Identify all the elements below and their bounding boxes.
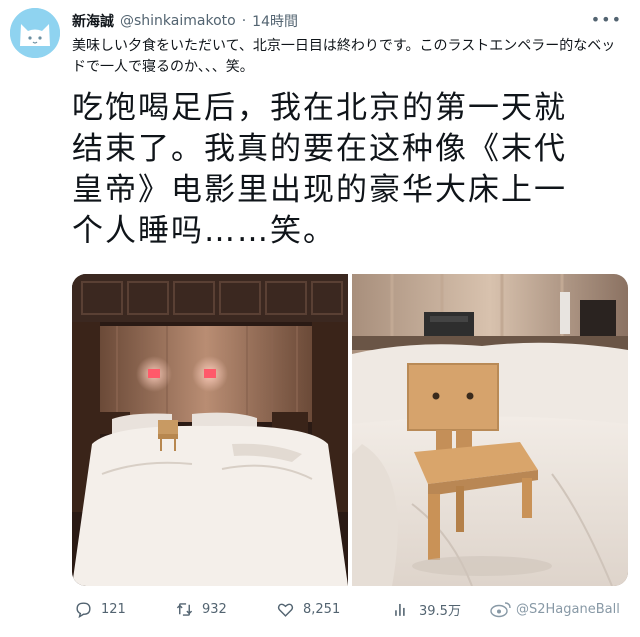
more-options-button[interactable]: ••• (591, 10, 622, 29)
retweet-count: 932 (202, 601, 227, 617)
analytics-icon (395, 603, 405, 616)
cat-avatar-icon (10, 8, 60, 58)
reply-button[interactable]: 121 (74, 600, 175, 619)
tweet-media[interactable] (72, 274, 628, 586)
chair-image (352, 274, 628, 586)
reply-count: 121 (101, 601, 126, 617)
avatar[interactable] (10, 8, 60, 58)
retweet-button[interactable]: 932 (175, 600, 276, 619)
bedroom-photo[interactable] (72, 274, 348, 586)
bedroom-image (72, 274, 348, 586)
like-button[interactable]: 8,251 (276, 600, 392, 619)
views-count: 39.5万 (419, 603, 461, 619)
tweet-actions: 121 932 8,251 39.5万 @S2HaganeBall (74, 596, 634, 622)
reply-icon (76, 601, 91, 618)
heart-icon (277, 603, 294, 617)
chair-photo[interactable] (352, 274, 628, 586)
tweet-header: 新海誠 @shinkaimakoto · 14時間 (72, 10, 620, 32)
watermark: @S2HaganeBall (490, 600, 620, 618)
separator: · (241, 13, 247, 29)
weibo-icon (490, 602, 511, 618)
tweet-text: 美味しい夕食をいただいて、北京一日目は終わりです。このラストエンペラー的なベッド… (72, 38, 616, 75)
timestamp[interactable]: 14時間 (252, 11, 298, 31)
user-handle[interactable]: @shinkaimakoto (120, 13, 236, 29)
like-count: 8,251 (303, 601, 341, 617)
translation-text: 吃饱喝足后，我在北京的第一天就结束了。我真的要在这种像《末代皇帝》电影里出现的豪… (72, 90, 567, 249)
watermark-text: @S2HaganeBall (516, 601, 620, 617)
views-button[interactable]: 39.5万 (392, 600, 490, 619)
retweet-icon (176, 602, 193, 616)
display-name[interactable]: 新海誠 (72, 11, 114, 31)
